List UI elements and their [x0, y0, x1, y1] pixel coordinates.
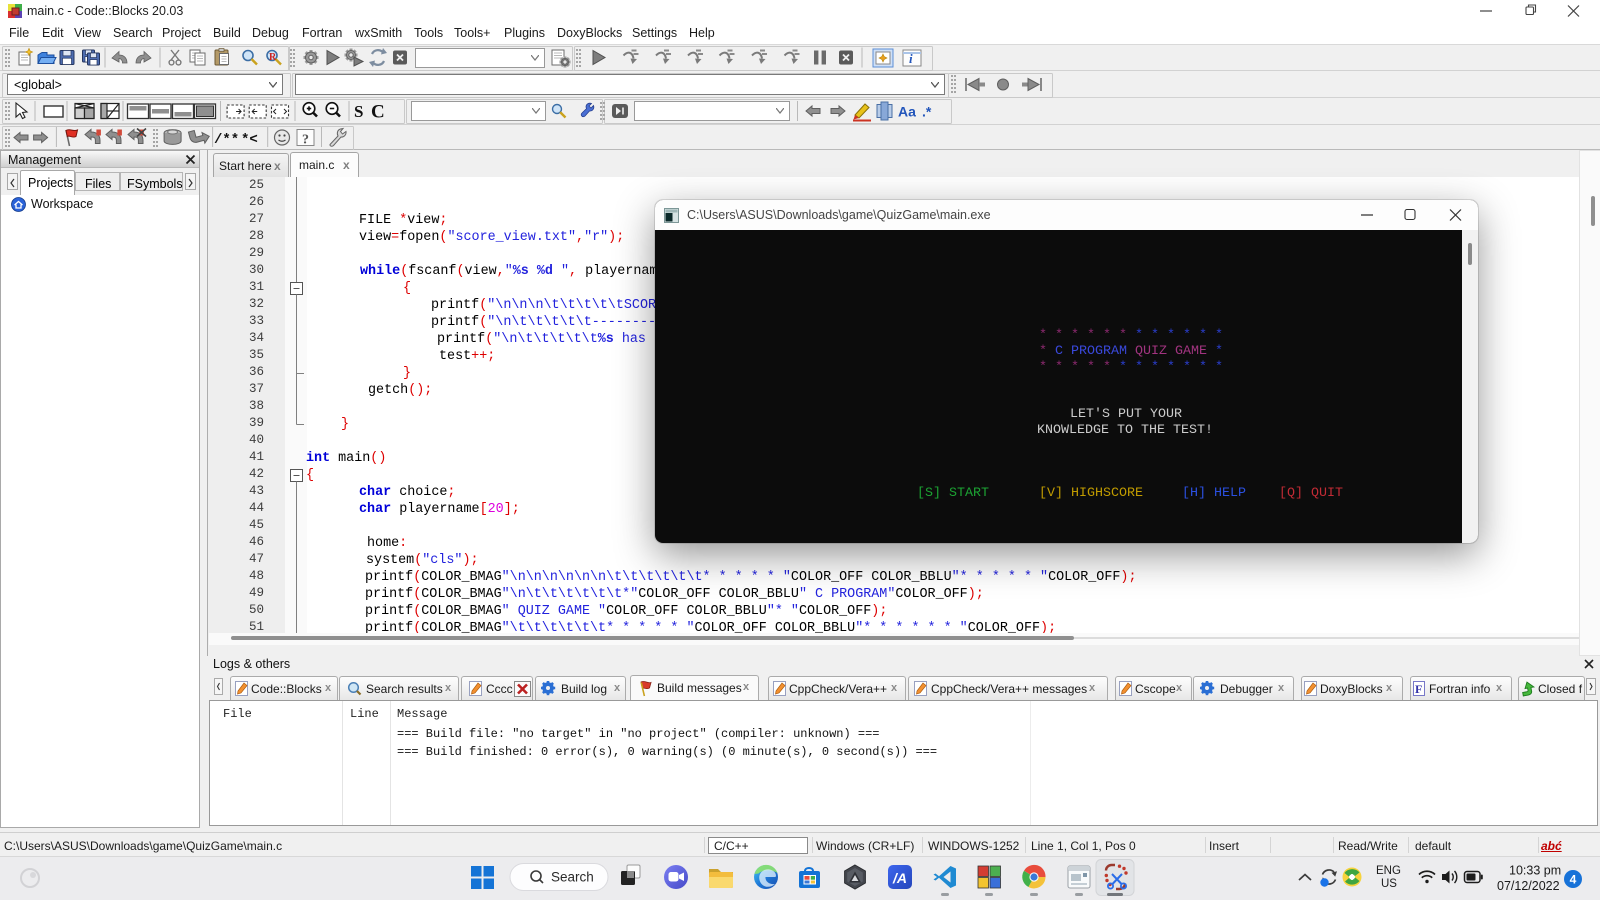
svg-text:*<: *<	[241, 132, 258, 148]
svg-text:/**: /**	[214, 132, 239, 148]
svg-text:S: S	[354, 102, 363, 121]
svg-text:.*: .*	[922, 104, 932, 120]
svg-text:?: ?	[302, 133, 309, 148]
svg-text:ENG: ENG	[1376, 865, 1401, 877]
svg-text:R: R	[269, 52, 277, 63]
svg-text:F: F	[1415, 682, 1422, 696]
svg-text:Search: Search	[551, 870, 594, 885]
svg-text:/A: /A	[892, 870, 907, 886]
svg-text:4: 4	[1570, 873, 1577, 887]
svg-text:C: C	[371, 102, 385, 123]
svg-text:US: US	[1381, 878, 1397, 890]
svg-text:Aa: Aa	[898, 104, 916, 120]
svg-text:10:33 pm: 10:33 pm	[1509, 864, 1561, 878]
svg-text:07/12/2022: 07/12/2022	[1497, 879, 1560, 893]
